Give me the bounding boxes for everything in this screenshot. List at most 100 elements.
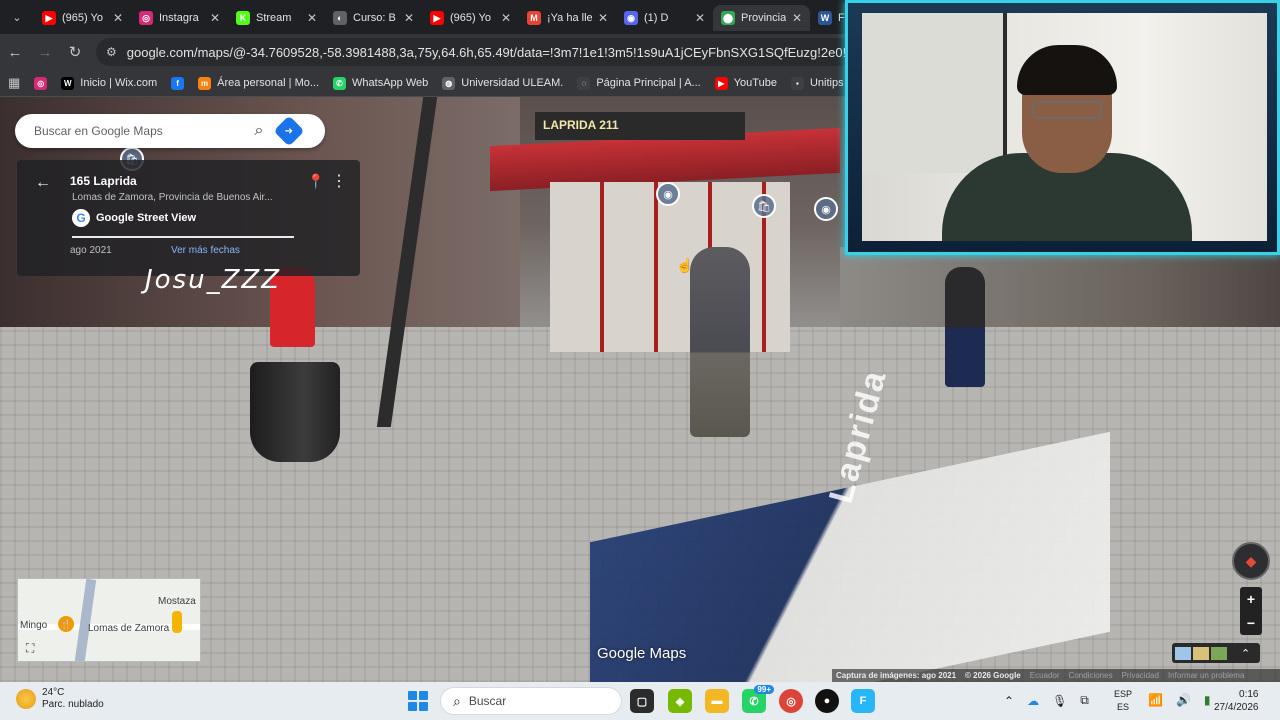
whatsapp-icon[interactable]: ✆ 99+ — [742, 685, 774, 713]
close-tab-icon[interactable]: ✕ — [695, 11, 705, 25]
onedrive-icon[interactable]: ☁ — [1027, 694, 1039, 708]
shopping-pin-icon[interactable]: 🛍 — [752, 194, 776, 218]
language-code: ESP — [1114, 689, 1133, 699]
apps-grid-icon[interactable]: ▦ — [8, 75, 20, 91]
location-pin-icon[interactable]: 📍 — [307, 173, 324, 190]
tab-title: Provincia — [741, 12, 786, 24]
zoom-in-button[interactable]: + — [1240, 587, 1262, 611]
document-app-icon[interactable]: F — [851, 689, 875, 713]
timeline-bar[interactable] — [72, 236, 294, 238]
restaurant-pin-icon[interactable]: 🍴 — [58, 616, 74, 632]
google-logo-icon: G — [72, 209, 90, 227]
record-app-icon[interactable]: ● — [815, 689, 839, 713]
report-link[interactable]: Informar un problema — [1168, 671, 1244, 680]
search-icon[interactable]: ⌕ — [244, 122, 274, 140]
bookmark-item[interactable]: ◍ Universidad ULEAM. — [442, 76, 563, 90]
weather-text: 24°C Parc. nublado — [42, 687, 104, 711]
partly-cloudy-icon — [16, 689, 36, 709]
chevron-up-icon[interactable]: ⌃ — [1004, 694, 1014, 708]
satellite-layer-thumb[interactable] — [1211, 646, 1227, 660]
street-view-info-card: ← 165 Laprida Lomas de Zamora, Provincia… — [17, 160, 360, 276]
bookmark-item[interactable]: ▶ YouTube — [714, 76, 777, 90]
site-info-icon[interactable]: ⚙ — [106, 45, 117, 59]
map-layer-thumb[interactable] — [1175, 646, 1191, 660]
taskbar-search-input[interactable] — [468, 694, 609, 708]
streamer-handle-overlay: Josu_ZZZ — [145, 265, 282, 295]
close-tab-icon[interactable]: ✕ — [210, 11, 220, 25]
capture-date: ago 2021 — [70, 245, 112, 256]
bookmark-label: YouTube — [733, 77, 777, 89]
volume-icon[interactable]: 🔊 — [1176, 693, 1191, 707]
chrome-icon[interactable]: ◎ — [779, 689, 803, 713]
bookmark-label: WhatsApp Web — [352, 77, 429, 89]
bookmark-item[interactable]: f — [171, 76, 185, 90]
minimap-label-left: Mingo — [20, 620, 48, 631]
microphone-icon[interactable]: 🎙 — [1052, 694, 1067, 708]
bookmark-item[interactable]: ◎ — [34, 76, 48, 90]
compass-icon[interactable]: ◆ — [1232, 542, 1270, 580]
trash-bin — [250, 362, 340, 462]
close-tab-icon[interactable]: ✕ — [307, 11, 317, 25]
layers-control[interactable]: ⌃ — [1172, 643, 1260, 663]
language-indicator[interactable]: ESP ES — [1114, 688, 1132, 714]
more-options-icon[interactable]: ⋮ — [331, 171, 347, 191]
weather-widget[interactable]: 24°C Parc. nublado — [16, 687, 104, 711]
maps-search-input[interactable] — [34, 124, 244, 138]
wifi-icon[interactable]: 📶 — [1148, 693, 1163, 707]
region-link[interactable]: Ecuador — [1030, 671, 1060, 680]
url-text[interactable]: google.com/maps/@-34.7609528,-58.3981488… — [127, 45, 866, 60]
close-tab-icon[interactable]: ✕ — [792, 11, 802, 25]
pedestrian-walker — [945, 267, 985, 387]
screen-share-icon[interactable]: ⧉ — [1080, 693, 1089, 708]
close-tab-icon[interactable]: ✕ — [113, 11, 123, 25]
forward-arrow-icon[interactable]: → — [30, 37, 60, 67]
close-tab-icon[interactable]: ✕ — [501, 11, 511, 25]
browser-tab[interactable]: ◐ Curso: B ✕ — [325, 5, 422, 31]
close-tab-icon[interactable]: ✕ — [598, 11, 608, 25]
browser-tab[interactable]: K Stream ✕ — [228, 5, 325, 31]
bookmark-item[interactable]: m Área personal | Mo... — [198, 76, 319, 90]
minimap[interactable]: Mingo 🍴 Lomas de Zamora Mostaza ⛶ — [17, 578, 201, 662]
bookmark-label: Página Principal | A... — [596, 77, 701, 89]
browser-tab[interactable]: ▶ (965) Yo ✕ — [422, 5, 519, 31]
temperature: 24°C — [42, 687, 65, 698]
file-explorer-icon[interactable]: ▬ — [705, 689, 729, 713]
reload-icon[interactable]: ↻ — [60, 37, 90, 67]
pegman-icon[interactable] — [172, 611, 182, 633]
youtube-icon: ▶ — [430, 11, 444, 25]
place-pin-icon[interactable]: ◉ — [656, 182, 680, 206]
youtube-icon: ▶ — [42, 11, 56, 25]
terrain-layer-thumb[interactable] — [1193, 646, 1209, 660]
more-dates-link[interactable]: Ver más fechas — [171, 245, 240, 256]
back-arrow-icon[interactable]: ← — [35, 174, 51, 192]
bookmark-item[interactable]: W Inicio | Wix.com — [61, 76, 157, 90]
tab-title: (1) D — [644, 12, 669, 24]
bookmark-item[interactable]: ✆ WhatsApp Web — [333, 76, 429, 90]
terms-link[interactable]: Condiciones — [1069, 671, 1113, 680]
privacy-link[interactable]: Privacidad — [1122, 671, 1159, 680]
tab-search-chevron-icon[interactable]: ⌄ — [0, 0, 34, 34]
directions-icon[interactable]: ➜ — [273, 115, 305, 147]
task-view-icon[interactable]: ▢ — [630, 689, 654, 713]
chevron-up-icon[interactable]: ⌃ — [1241, 647, 1250, 660]
instagram-icon: ◎ — [139, 11, 153, 25]
browser-tab[interactable]: ◉ (1) D ✕ — [616, 5, 713, 31]
clock-time: 0:16 — [1239, 689, 1259, 700]
close-tab-icon[interactable]: ✕ — [404, 11, 414, 25]
zoom-out-button[interactable]: − — [1240, 611, 1262, 635]
browser-tab[interactable]: ▶ (965) Yo ✕ — [34, 5, 131, 31]
bookmark-item[interactable]: ◌ Página Principal | A... — [577, 76, 701, 90]
expand-map-icon[interactable]: ⛶ — [26, 641, 34, 656]
clock[interactable]: 0:16 27/4/2026 — [1214, 688, 1259, 714]
page-icon: ◌ — [577, 76, 591, 90]
browser-tab[interactable]: M ¡Ya ha lle ✕ — [519, 5, 616, 31]
back-arrow-icon[interactable]: ← — [0, 37, 30, 67]
windows-start-icon[interactable] — [408, 691, 428, 711]
address-bar[interactable]: ⚙ google.com/maps/@-34.7609528,-58.39814… — [96, 38, 876, 66]
nvidia-icon[interactable]: ◈ — [668, 689, 692, 713]
place-pin-icon[interactable]: ◉ — [814, 197, 838, 221]
browser-tab[interactable]: ⬤ Provincia ✕ — [713, 5, 810, 31]
battery-icon[interactable]: ▮ — [1204, 693, 1211, 707]
system-tray-right: 📶 🔊 ▮ — [1148, 693, 1211, 707]
browser-tab[interactable]: ◎ Instagra ✕ — [131, 5, 228, 31]
